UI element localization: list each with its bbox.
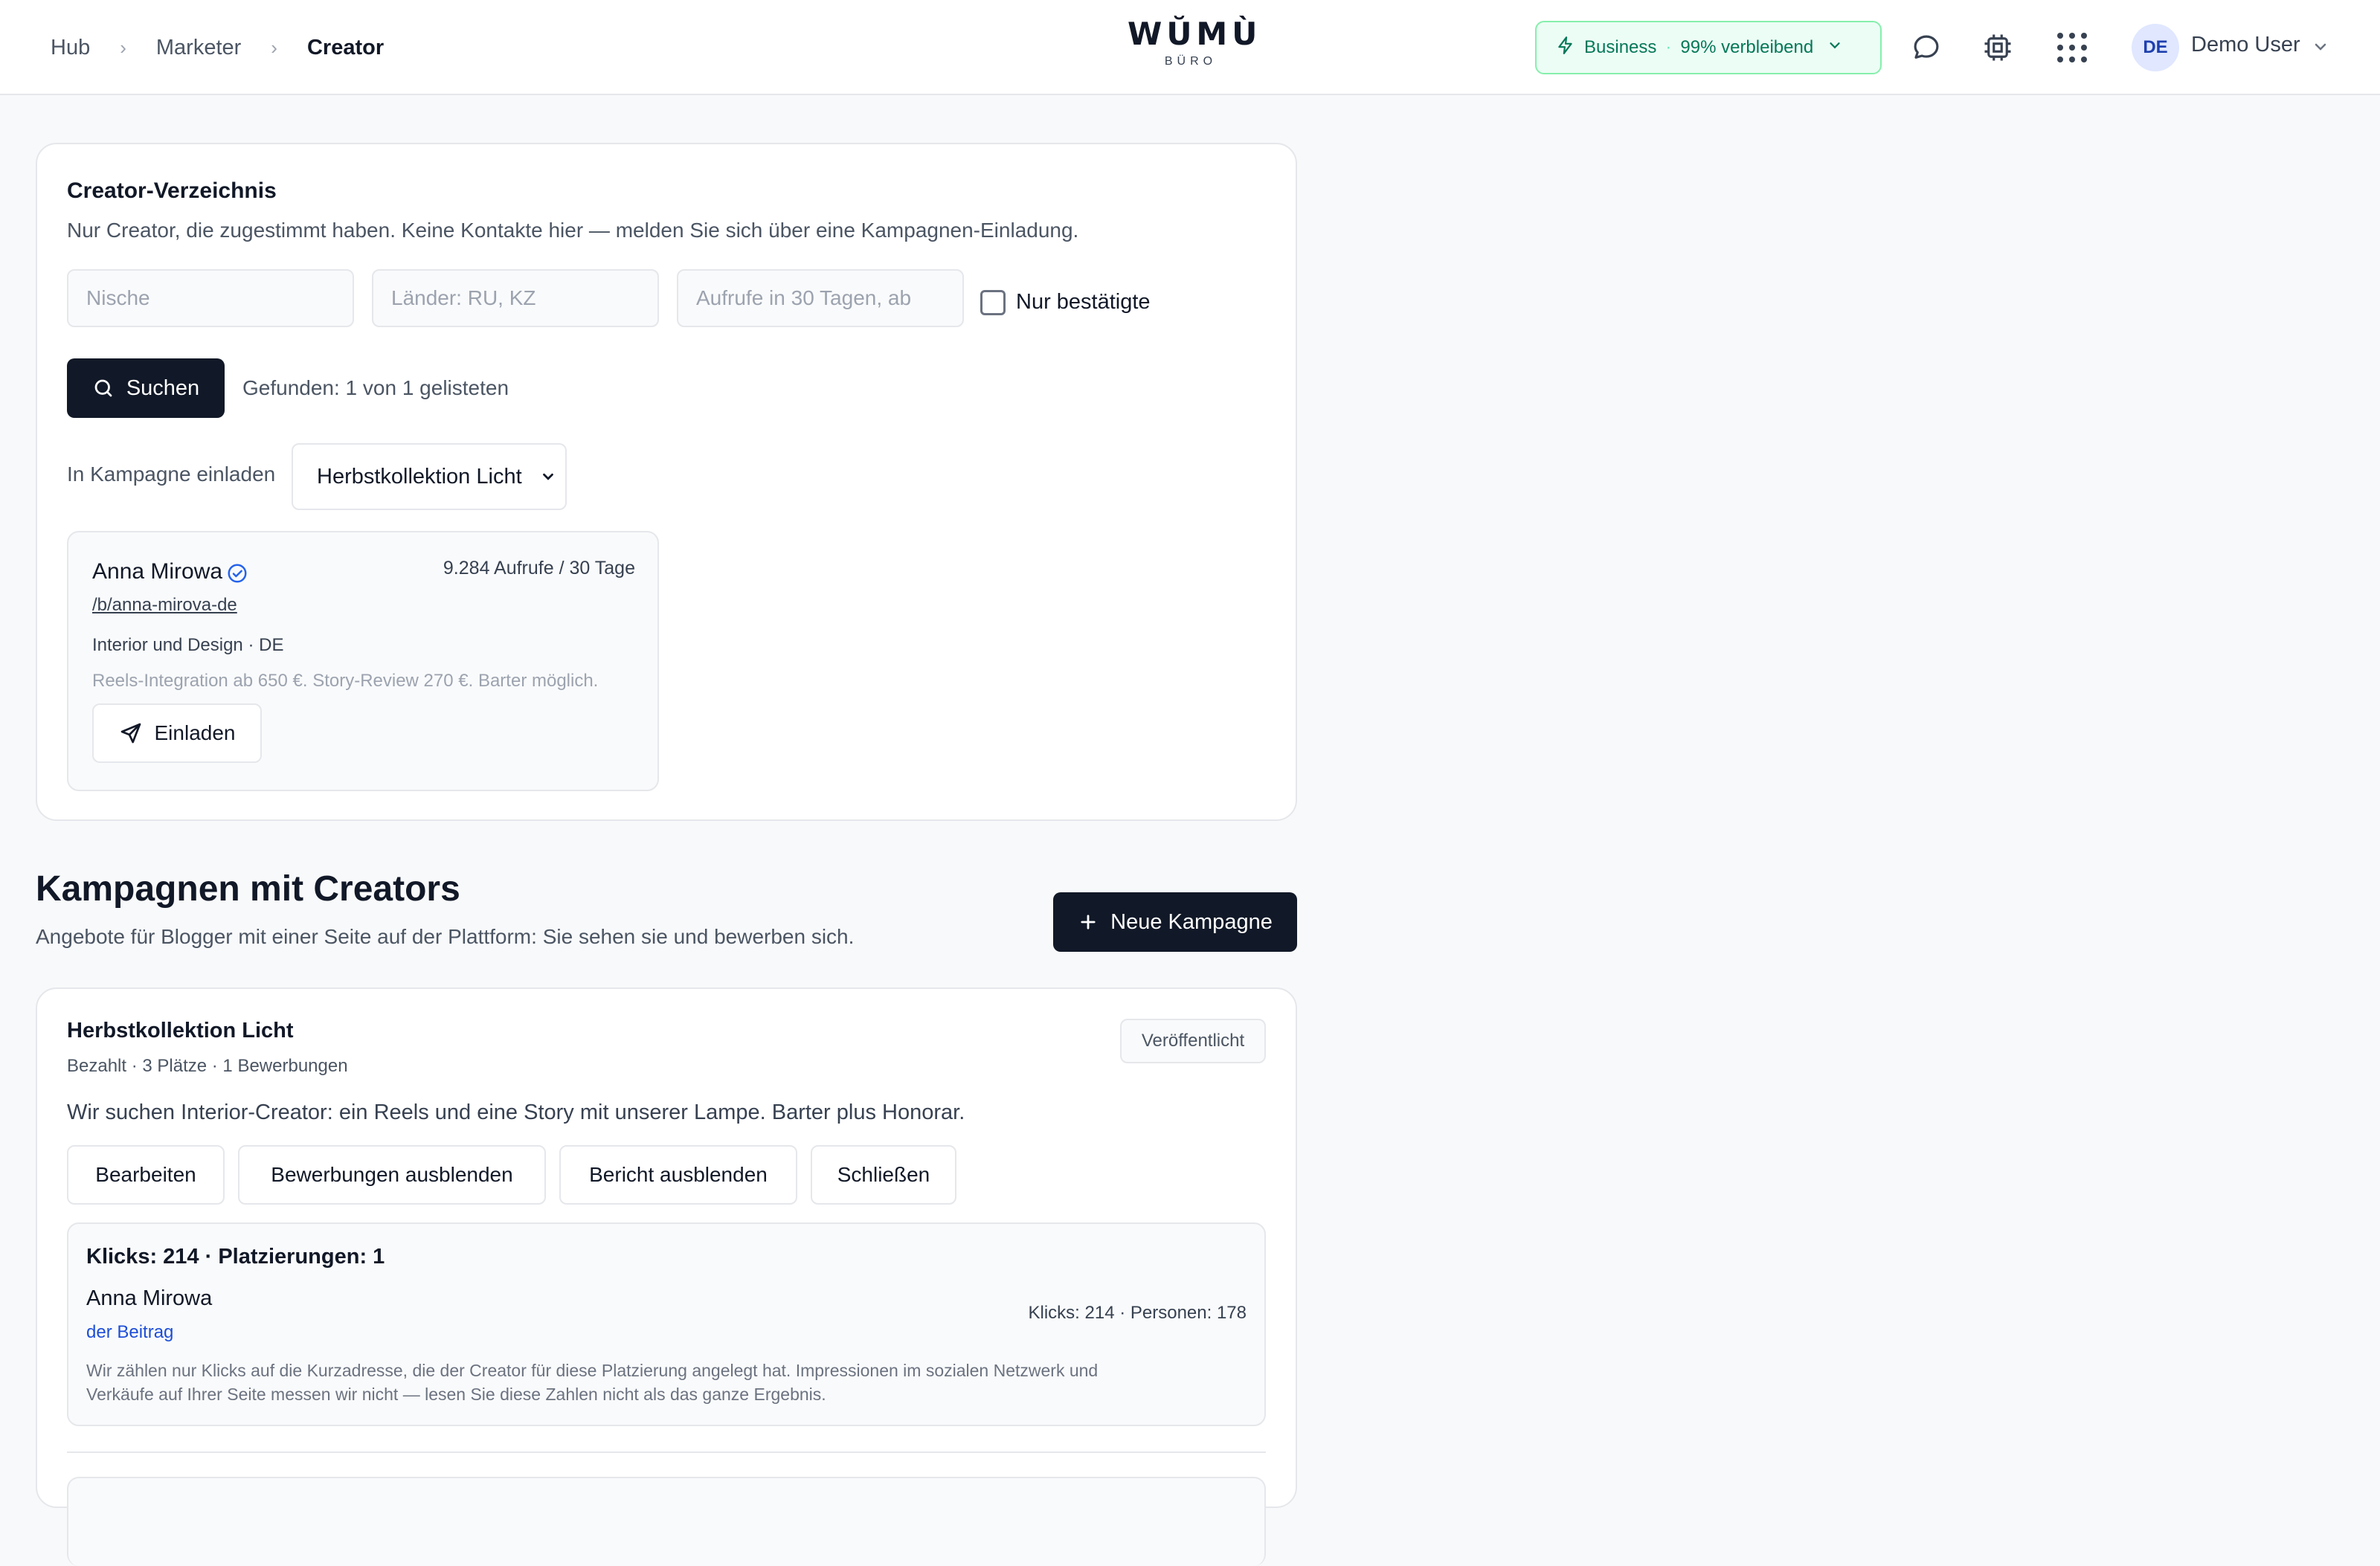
campaigns-subtitle: Angebote für Blogger mit einer Seite auf…	[36, 925, 855, 948]
chevron-down-icon	[543, 473, 553, 480]
campaign-select-value: Herbstkollektion Licht	[317, 464, 522, 489]
report-note-line-2: Verkäufe auf Ihrer Seite messen wir nich…	[86, 1385, 826, 1404]
report-summary: Klicks: 214 · Platzierungen: 1	[86, 1245, 385, 1269]
section-divider	[67, 1451, 1266, 1453]
logo-wordmark: WŬMÙ	[1128, 16, 1262, 52]
directory-title: Creator-Verzeichnis	[67, 178, 277, 203]
plan-usage-button[interactable]: Business · 99% verbleibend	[1535, 21, 1882, 74]
search-button-label: Suchen	[126, 376, 200, 400]
creator-name[interactable]: Anna Mirowa	[92, 559, 222, 584]
niche-input[interactable]	[67, 269, 354, 327]
breadcrumb: Hub › Marketer › Creator	[51, 0, 384, 95]
hide-applications-button[interactable]: Bewerbungen ausblenden	[238, 1145, 546, 1205]
campaigns-title: Kampagnen mit Creators	[36, 869, 460, 909]
logo-subtitle: BÜRO	[1164, 55, 1218, 68]
hide-report-button[interactable]: Bericht ausblenden	[559, 1145, 797, 1205]
views-min-input[interactable]	[677, 269, 964, 327]
chevron-down-icon[interactable]	[2312, 37, 2329, 61]
invite-label: In Kampagne einladen	[67, 463, 276, 486]
apps-grid-icon[interactable]	[2054, 30, 2090, 65]
creator-handle-link[interactable]: /b/anna-mirova-de	[92, 595, 237, 616]
post-link[interactable]: der Beitrag	[86, 1322, 173, 1343]
breadcrumb-chevron-icon: ›	[120, 36, 126, 59]
creator-result-card: Anna Mirowa 9.284 Aufrufe / 30 Tage /b/a…	[67, 531, 659, 791]
plan-name: Business	[1584, 37, 1657, 57]
breadcrumb-chevron-icon: ›	[271, 36, 277, 59]
creator-directory-card: Creator-Verzeichnis Nur Creator, die zug…	[36, 143, 1297, 821]
found-count: Gefunden: 1 von 1 gelisteten	[242, 376, 509, 399]
campaign-name: Herbstkollektion Licht	[67, 1019, 294, 1043]
verified-only-checkbox[interactable]	[980, 290, 1006, 315]
campaign-card: Herbstkollektion Licht Bezahlt · 3 Plätz…	[36, 987, 1297, 1566]
lightning-icon	[1556, 36, 1575, 60]
campaign-report-panel: Klicks: 214 · Platzierungen: 1 Anna Miro…	[67, 1222, 1266, 1426]
close-campaign-button[interactable]: Schließen	[811, 1145, 956, 1205]
search-button[interactable]: Suchen	[67, 358, 225, 418]
verified-icon	[228, 564, 247, 583]
new-campaign-button[interactable]: Neue Kampagne	[1053, 892, 1297, 952]
edit-campaign-button[interactable]: Bearbeiten	[67, 1145, 225, 1205]
breadcrumb-marketer[interactable]: Marketer	[156, 36, 241, 60]
creator-views: 9.284 Aufrufe / 30 Tage	[443, 558, 635, 579]
report-creator-name: Anna Mirowa	[86, 1286, 213, 1310]
creator-meta: Interior und Design · DE	[92, 635, 284, 655]
invite-creator-button[interactable]: Einladen	[92, 703, 262, 763]
chat-icon[interactable]	[1908, 30, 1944, 65]
invite-button-label: Einladen	[154, 721, 236, 744]
campaign-select[interactable]: Herbstkollektion Licht	[292, 443, 567, 510]
report-note-line-1: Wir zählen nur Klicks auf die Kurzadress…	[86, 1361, 1099, 1380]
campaign-description: Wir suchen Interior-Creator: ein Reels u…	[67, 1101, 965, 1124]
campaign-meta: Bezahlt · 3 Plätze · 1 Bewerbungen	[67, 1056, 348, 1076]
plan-separator: ·	[1665, 37, 1672, 57]
avatar[interactable]: DE	[2132, 24, 2179, 71]
countries-input[interactable]	[372, 269, 659, 327]
user-name[interactable]: Demo User	[2191, 33, 2300, 57]
chip-icon[interactable]	[1980, 30, 2016, 65]
plus-icon	[1081, 915, 1096, 929]
chevron-down-icon	[1827, 37, 1843, 59]
creator-pricing: Reels-Integration ab 650 €. Story-Review…	[92, 671, 599, 691]
directory-subtitle: Nur Creator, die zugestimmt haben. Keine…	[67, 219, 1079, 242]
plan-remaining: 99% verbleibend	[1680, 37, 1814, 57]
verified-only-label[interactable]: Nur bestätigte	[1016, 290, 1151, 315]
breadcrumb-hub[interactable]: Hub	[51, 36, 90, 60]
new-campaign-label: Neue Kampagne	[1110, 909, 1273, 934]
breadcrumb-creator: Creator	[306, 35, 385, 59]
search-icon	[94, 379, 112, 397]
top-bar: Hub › Marketer › Creator WŬMÙ BÜRO Busin…	[0, 0, 2380, 95]
send-icon	[120, 723, 141, 744]
logo[interactable]: WŬMÙ BÜRO	[1128, 16, 1262, 68]
report-creator-stats: Klicks: 214 · Personen: 178	[1028, 1303, 1247, 1323]
status-badge: Veröffentlicht	[1120, 1019, 1266, 1063]
next-panel	[67, 1477, 1266, 1566]
